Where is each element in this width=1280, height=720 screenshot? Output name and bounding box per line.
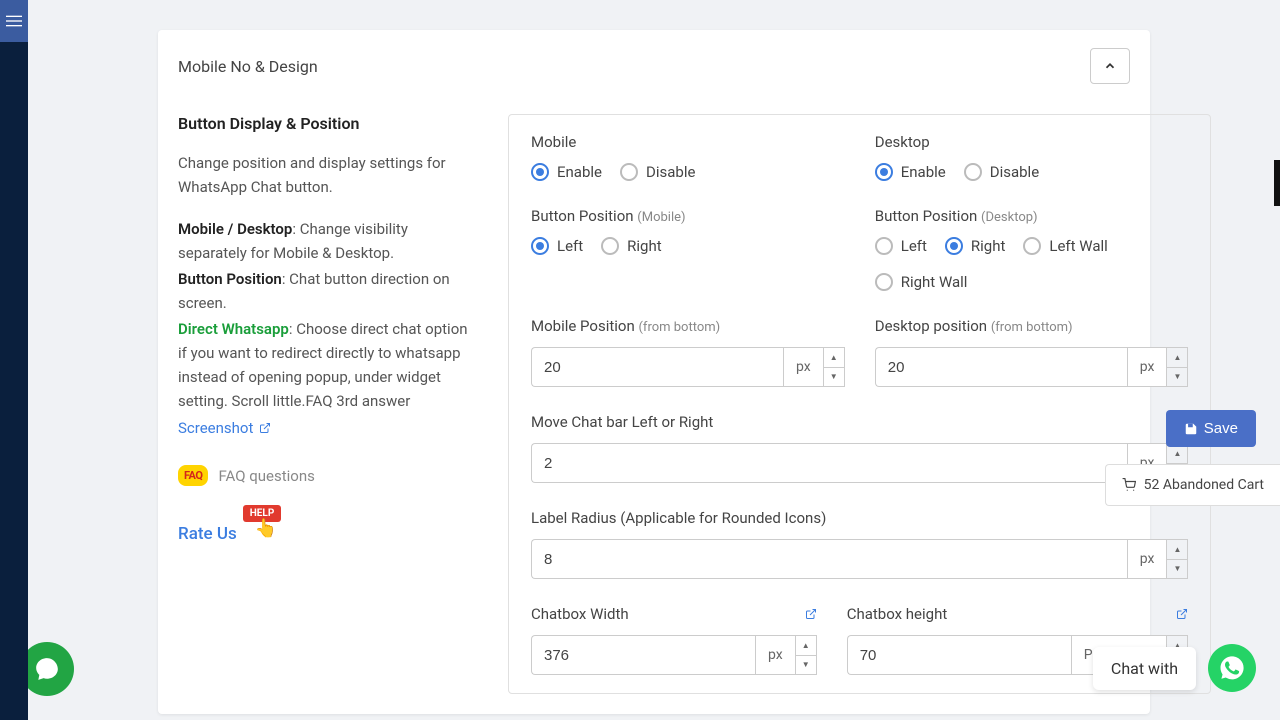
mobile-disable-radio[interactable]: Disable [620, 163, 695, 181]
chatbox-width-label: Chatbox Width [531, 605, 629, 623]
abandoned-cart-button[interactable]: 52 Abandoned Cart [1105, 464, 1280, 506]
desktop-pos-left-radio[interactable]: Left [875, 237, 927, 255]
desktop-position-input[interactable] [875, 347, 1127, 387]
chat-fab-button[interactable] [20, 642, 74, 696]
button-position-desktop-label: Button Position (Desktop) [875, 207, 1189, 225]
external-link-icon[interactable] [1176, 608, 1188, 620]
desktop-disable-radio[interactable]: Disable [964, 163, 1039, 181]
desktop-pos-leftwall-radio[interactable]: Left Wall [1023, 237, 1107, 255]
spinner[interactable]: ▲▼ [823, 347, 845, 387]
move-chat-input[interactable] [531, 443, 1127, 483]
spinner[interactable]: ▲▼ [1166, 347, 1188, 387]
mobile-pos-left-radio[interactable]: Left [531, 237, 583, 255]
unit-px: px [1127, 539, 1167, 579]
settings-card: Mobile No & Design Button Display & Posi… [158, 30, 1150, 714]
whatsapp-icon [1218, 654, 1246, 682]
save-button[interactable]: Save [1166, 410, 1256, 447]
chatbox-width-input[interactable] [531, 635, 755, 675]
external-link-icon [259, 422, 271, 434]
mobile-enable-radio[interactable]: Enable [531, 163, 602, 181]
external-link-icon[interactable] [805, 608, 817, 620]
hamburger-icon [6, 13, 22, 29]
mobile-visibility-label: Mobile [531, 133, 845, 151]
whatsapp-button[interactable] [1208, 644, 1256, 692]
mobile-position-input[interactable] [531, 347, 783, 387]
desktop-pos-right-radio[interactable]: Right [945, 237, 1005, 255]
help-text: Direct Whatsapp: Choose direct chat opti… [178, 317, 478, 413]
move-chat-label: Move Chat bar Left or Right [531, 413, 1188, 431]
faq-badge[interactable]: FAQ [178, 465, 208, 486]
section-title: Button Display & Position [178, 114, 478, 133]
scroll-indicator [1274, 160, 1280, 206]
screenshot-link[interactable]: Screenshot [178, 419, 271, 437]
chatbox-height-label: Chatbox height [847, 605, 948, 623]
label-radius-label: Label Radius (Applicable for Rounded Ico… [531, 509, 1188, 527]
help-badge[interactable]: HELP 👆 [243, 504, 282, 539]
unit-px: px [755, 635, 795, 675]
spinner[interactable]: ▲▼ [1166, 539, 1188, 579]
label-radius-input[interactable] [531, 539, 1127, 579]
mobile-position-label: Mobile Position (from bottom) [531, 317, 845, 335]
desktop-position-label: Desktop position (from bottom) [875, 317, 1189, 335]
button-position-mobile-label: Button Position (Mobile) [531, 207, 845, 225]
desktop-pos-rightwall-radio[interactable]: Right Wall [875, 273, 968, 291]
rate-us-link[interactable]: Rate Us [178, 524, 237, 544]
chevron-up-icon [1103, 59, 1117, 73]
mobile-pos-right-radio[interactable]: Right [601, 237, 661, 255]
desktop-enable-radio[interactable]: Enable [875, 163, 946, 181]
hamburger-menu-button[interactable] [0, 0, 28, 42]
cart-icon [1122, 478, 1136, 492]
chat-with-label[interactable]: Chat with [1093, 647, 1196, 690]
section-desc: Change position and display settings for… [178, 151, 478, 199]
spinner[interactable]: ▲▼ [795, 635, 817, 675]
faq-link[interactable]: FAQ questions [218, 467, 314, 485]
save-icon [1184, 422, 1198, 436]
help-text: Mobile / Desktop: Change visibility sepa… [178, 217, 478, 265]
chat-icon [34, 656, 60, 682]
collapse-button[interactable] [1090, 48, 1130, 84]
desktop-visibility-label: Desktop [875, 133, 1189, 151]
unit-px: px [1127, 347, 1167, 387]
chatbox-height-input[interactable] [847, 635, 1071, 675]
help-text: Button Position: Chat button direction o… [178, 267, 478, 315]
unit-px: px [783, 347, 823, 387]
sidebar [0, 0, 28, 720]
card-title: Mobile No & Design [178, 57, 318, 76]
